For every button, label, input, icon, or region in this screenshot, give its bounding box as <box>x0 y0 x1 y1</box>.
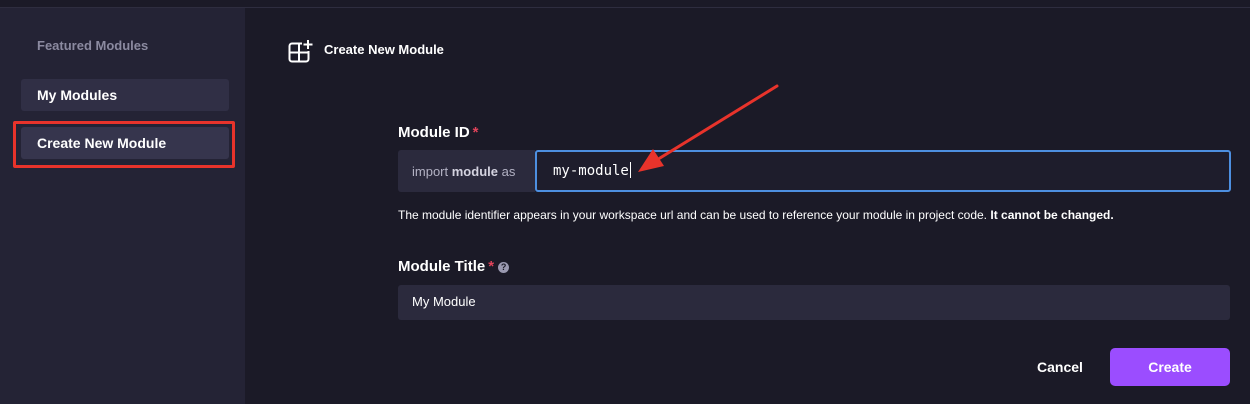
required-mark: * <box>472 124 479 141</box>
main-panel: Create New Module Module ID * import modu… <box>245 8 1250 404</box>
sidebar: Featured Modules My Modules Create New M… <box>0 8 245 404</box>
sidebar-item-my-modules[interactable]: My Modules <box>21 79 229 111</box>
module-title-label-text: Module Title <box>398 258 486 275</box>
page-title: Create New Module <box>324 42 444 57</box>
sidebar-item-create-new-module[interactable]: Create New Module <box>21 127 229 159</box>
module-title-value: My Module <box>412 294 476 309</box>
module-title-label: Module Title *? <box>398 258 510 275</box>
sidebar-item-featured-modules[interactable]: Featured Modules <box>37 38 148 53</box>
module-id-hint: The module identifier appears in your wo… <box>398 208 1238 222</box>
hint-text: The module identifier appears in your wo… <box>398 208 988 222</box>
text-caret <box>629 162 631 178</box>
prefix-text: as <box>501 164 516 179</box>
question-circle-icon[interactable]: ? <box>498 262 510 273</box>
module-title-input[interactable]: My Module <box>398 285 1230 320</box>
module-id-input[interactable]: my-module <box>535 150 1231 192</box>
prefix-text-bold: module <box>451 164 498 179</box>
hint-text-bold: It cannot be changed. <box>990 208 1114 222</box>
module-id-label: Module ID * <box>398 124 479 141</box>
grid-plus-icon <box>288 39 314 63</box>
module-id-label-text: Module ID <box>398 124 470 141</box>
create-button[interactable]: Create <box>1110 348 1230 386</box>
module-id-value: my-module <box>553 163 629 179</box>
sidebar-item-label: Create New Module <box>37 135 167 151</box>
prefix-text: import <box>412 164 449 179</box>
top-bar <box>0 0 1250 8</box>
app-window: Featured Modules My Modules Create New M… <box>0 0 1250 404</box>
required-mark: * <box>488 258 495 275</box>
module-id-prefix: import module as <box>398 150 535 192</box>
sidebar-item-label: My Modules <box>37 87 118 103</box>
cancel-button[interactable]: Cancel <box>1023 348 1097 386</box>
